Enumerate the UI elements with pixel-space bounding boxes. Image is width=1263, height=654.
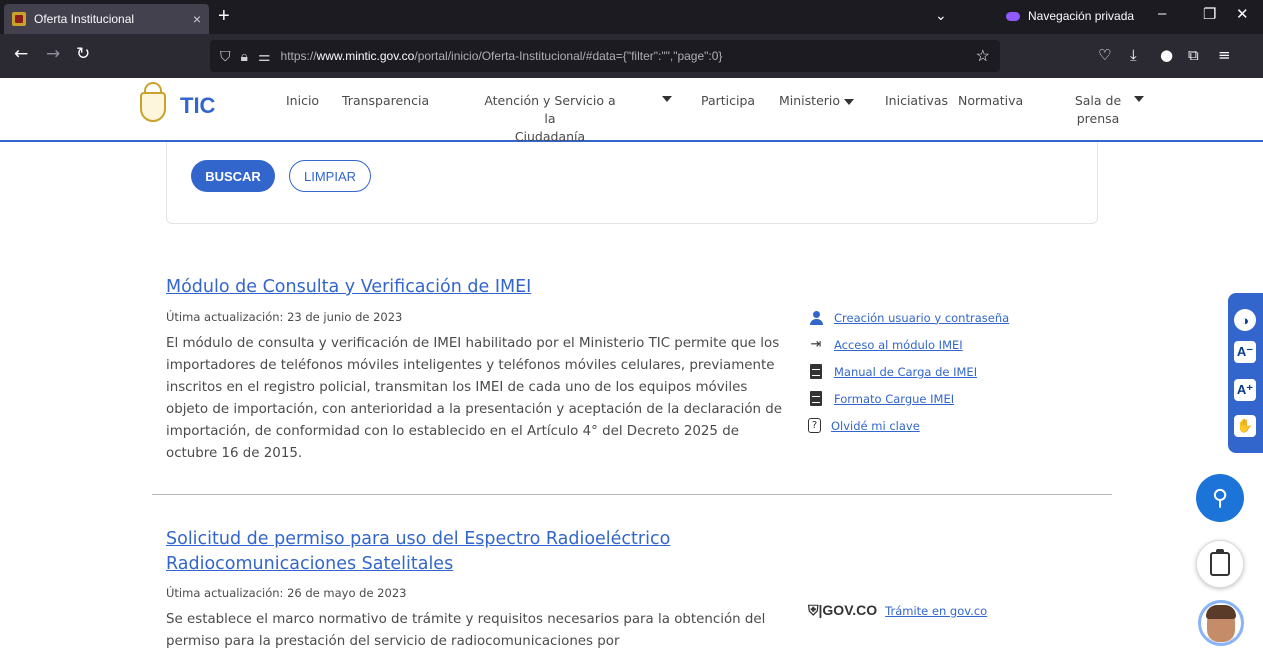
bookmark-star-icon[interactable]: ☆: [976, 46, 990, 66]
accessibility-assistant-button[interactable]: ⚲: [1196, 474, 1244, 522]
pocket-icon[interactable]: ♡: [1098, 46, 1111, 64]
login-icon: ⇥: [810, 337, 822, 352]
permissions-icon[interactable]: ⚌: [258, 48, 271, 65]
nav-inicio[interactable]: Inicio: [286, 92, 319, 110]
ministerio-caret-icon[interactable]: [844, 99, 854, 105]
private-browsing-indicator: Navegación privada: [1006, 9, 1134, 23]
assistant-icon: ⚲: [1211, 485, 1229, 511]
search-card: BUSCAR LIMPIAR: [166, 142, 1098, 224]
url-text[interactable]: https://www.mintic.gov.co/portal/inicio/…: [281, 49, 976, 63]
back-icon[interactable]: ←: [14, 44, 28, 64]
shield-icon[interactable]: ⛉: [220, 48, 231, 65]
nav-sala-de-prensa[interactable]: Sala de prensa: [1072, 92, 1124, 128]
minimize-icon[interactable]: –: [1158, 5, 1166, 22]
item-description: Se establece el marco normativo de trámi…: [166, 612, 766, 649]
close-window-icon[interactable]: ✕: [1236, 5, 1249, 23]
item-links: Creación usuario y contraseña ⇥ Acceso a…: [808, 304, 1009, 439]
contrast-icon[interactable]: ◑: [1234, 309, 1256, 331]
private-mask-icon: [1006, 11, 1020, 21]
help-icon: ?: [808, 418, 821, 433]
sala-prensa-caret-icon[interactable]: [1134, 96, 1144, 102]
link-creacion-usuario[interactable]: Creación usuario y contraseña: [808, 304, 1009, 331]
nav-ministerio[interactable]: Ministerio: [779, 92, 840, 110]
clipboard-icon: [1210, 549, 1230, 576]
item-date: Útima actualización: 26 de mayo de 2023: [166, 586, 407, 600]
limpiar-button[interactable]: LIMPIAR: [289, 160, 371, 192]
site-favicon-icon: [12, 12, 26, 26]
sign-language-icon[interactable]: ✋: [1234, 415, 1256, 437]
close-tab-icon[interactable]: ×: [193, 11, 201, 27]
link-manual-carga[interactable]: Manual de Carga de IMEI: [808, 358, 1009, 385]
restore-icon[interactable]: ❐: [1203, 5, 1216, 23]
tab-title: Oferta Institucional: [34, 12, 135, 26]
document-icon: [808, 364, 824, 380]
address-bar[interactable]: ⛉ 🔒︎ ⚌ https://www.mintic.gov.co/portal/…: [210, 40, 1000, 72]
link-acceso-modulo[interactable]: ⇥ Acceso al módulo IMEI: [808, 331, 1009, 358]
link-label[interactable]: Olvidé mi clave: [831, 419, 920, 433]
link-label[interactable]: Formato Cargue IMEI: [834, 392, 954, 406]
mintic-logo[interactable]: TIC: [132, 82, 215, 130]
gov-co-row: ⛨|GOV.CO Trámite en gov.co: [808, 602, 987, 619]
decrease-font-icon[interactable]: A⁻: [1234, 341, 1256, 363]
item-divider: [152, 494, 1112, 495]
lock-icon[interactable]: 🔒︎: [241, 48, 248, 65]
nav-transparencia[interactable]: Transparencia: [342, 92, 429, 110]
link-olvide-clave[interactable]: ? Olvidé mi clave: [808, 412, 1009, 439]
increase-font-icon[interactable]: A⁺: [1234, 379, 1256, 401]
accessibility-bar: ◑ A⁻ A⁺ ✋: [1228, 293, 1263, 453]
link-label[interactable]: Acceso al módulo IMEI: [834, 338, 963, 352]
tramite-gov-link[interactable]: Trámite en gov.co: [885, 604, 987, 618]
nav-atencion[interactable]: Atención y Servicio a la Ciudadanía: [480, 92, 620, 146]
browser-tab-bar: Oferta Institucional × + ⌄ Navegación pr…: [0, 0, 1263, 34]
site-header: TIC Inicio Transparencia Atención y Serv…: [0, 78, 1263, 144]
buscar-button[interactable]: BUSCAR: [191, 160, 275, 192]
extensions-icon[interactable]: ⧉: [1188, 46, 1199, 64]
colombia-crest-icon: [132, 82, 174, 130]
item-title-espectro-line2[interactable]: Radiocomunicaciones Satelitales: [166, 552, 453, 576]
clipboard-button[interactable]: [1196, 540, 1244, 588]
private-browsing-label: Navegación privada: [1028, 9, 1135, 23]
new-tab-button[interactable]: +: [218, 6, 230, 26]
item-date: Útima actualización: 23 de junio de 2023: [166, 310, 403, 324]
browser-nav-bar: ← → ↻ ⛉ 🔒︎ ⚌ https://www.mintic.gov.co/p…: [0, 34, 1263, 78]
link-label[interactable]: Manual de Carga de IMEI: [834, 365, 977, 379]
avatar[interactable]: [1198, 600, 1244, 646]
document-icon: [808, 391, 824, 407]
menu-icon[interactable]: ≡: [1218, 46, 1231, 64]
download-icon[interactable]: ⤓: [1130, 46, 1137, 64]
item-description: El módulo de consulta y verificación de …: [166, 336, 783, 461]
item-title-espectro-line1[interactable]: Solicitud de permiso para uso del Espect…: [166, 527, 670, 551]
nav-normativa[interactable]: Normativa: [958, 92, 1023, 110]
logo-text: TIC: [180, 93, 216, 118]
item-title-imei[interactable]: Módulo de Consulta y Verificación de IME…: [166, 275, 531, 299]
nav-participa[interactable]: Participa: [701, 92, 755, 110]
user-icon: [808, 310, 824, 326]
browser-tab[interactable]: Oferta Institucional ×: [4, 4, 209, 34]
tab-list-chevron-icon[interactable]: ⌄: [935, 8, 947, 24]
link-formato-cargue[interactable]: Formato Cargue IMEI: [808, 385, 1009, 412]
forward-icon[interactable]: →: [46, 44, 60, 64]
link-label[interactable]: Creación usuario y contraseña: [834, 311, 1009, 325]
account-icon[interactable]: ●: [1160, 46, 1173, 64]
reload-icon[interactable]: ↻: [76, 44, 90, 64]
nav-iniciativas[interactable]: Iniciativas: [885, 92, 948, 110]
gov-co-logo: ⛨|GOV.CO: [808, 602, 878, 618]
atencion-caret-icon[interactable]: [662, 96, 672, 102]
